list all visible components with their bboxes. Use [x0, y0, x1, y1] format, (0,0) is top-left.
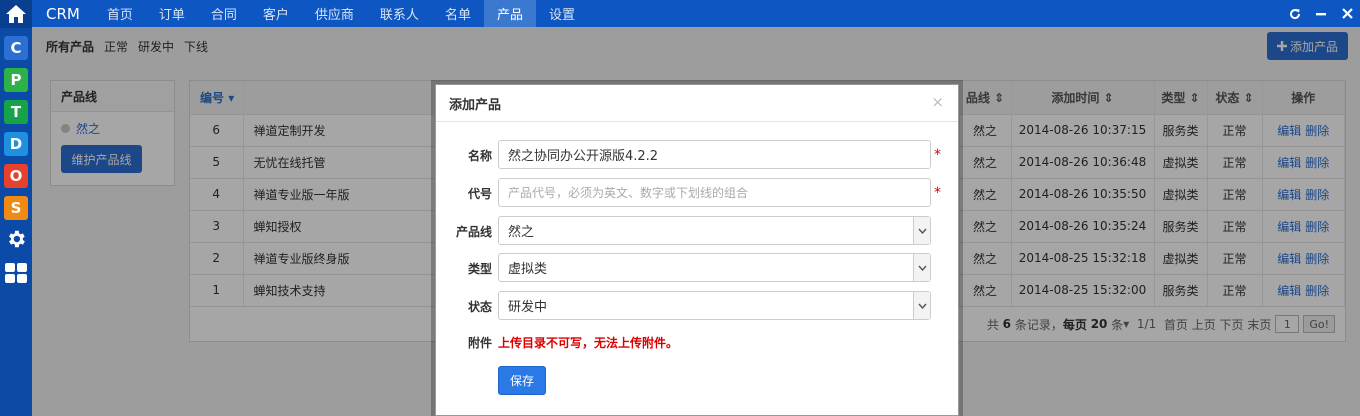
save-button[interactable]: 保存	[498, 366, 546, 395]
chevron-down-icon	[913, 292, 930, 319]
required-mark: *	[934, 185, 941, 201]
type-label: 类型	[467, 261, 492, 276]
nav-item-customers[interactable]: 客户	[250, 0, 302, 27]
required-mark: *	[934, 147, 941, 163]
product-line-value: 然之	[508, 225, 535, 240]
app-p-icon[interactable]: P	[4, 68, 28, 92]
chevron-down-icon	[913, 254, 930, 281]
nav-item-leads[interactable]: 名单	[432, 0, 484, 27]
chevron-down-icon	[913, 217, 930, 244]
code-label: 代号	[467, 186, 492, 201]
attachment-error: 上传目录不可写，无法上传附件。	[498, 335, 679, 350]
nav-item-products[interactable]: 产品	[483, 0, 536, 27]
attachment-label: 附件	[467, 335, 492, 350]
home-icon	[6, 5, 26, 23]
brand-title[interactable]: CRM	[32, 0, 94, 27]
product-line-label: 产品线	[455, 224, 492, 239]
nav-item-home[interactable]: 首页	[94, 0, 146, 27]
name-label: 名称	[467, 148, 492, 163]
refresh-button[interactable]	[1282, 0, 1308, 27]
app-s-icon[interactable]: S	[4, 196, 28, 220]
close-icon	[1341, 8, 1353, 19]
top-navbar: CRM 首页 订单 合同 客户 供应商 联系人 名单 产品 设置	[32, 0, 1360, 27]
type-select[interactable]: 虚拟类	[498, 253, 931, 282]
nav-item-suppliers[interactable]: 供应商	[302, 0, 367, 27]
nav-item-contracts[interactable]: 合同	[198, 0, 250, 27]
name-input[interactable]: 然之协同办公开源版4.2.2	[498, 140, 931, 169]
app-o-icon[interactable]: O	[4, 164, 28, 188]
add-product-modal: 添加产品 × 名称 然之协同办公开源版4.2.2 * 代号 产品代号，必须为英文…	[435, 84, 959, 416]
home-button[interactable]	[0, 0, 32, 28]
nav-item-orders[interactable]: 订单	[146, 0, 198, 27]
app-d-icon[interactable]: D	[4, 132, 28, 156]
all-apps-button[interactable]	[0, 258, 32, 288]
status-select[interactable]: 研发中	[498, 291, 931, 320]
nav-item-settings[interactable]: 设置	[536, 0, 588, 27]
minimize-button[interactable]	[1308, 0, 1334, 27]
status-value: 研发中	[508, 300, 548, 315]
grid-icon	[5, 263, 27, 283]
app-t-icon[interactable]: T	[4, 100, 28, 124]
status-label: 状态	[467, 299, 492, 314]
app-dock: C P T D O S	[0, 0, 32, 416]
type-value: 虚拟类	[508, 262, 548, 277]
close-window-button[interactable]	[1334, 0, 1360, 27]
minimize-icon	[1316, 12, 1326, 15]
modal-close-button[interactable]: ×	[931, 93, 944, 111]
code-input[interactable]: 产品代号，必须为英文、数字或下划线的组合	[498, 178, 931, 207]
modal-title: 添加产品	[436, 85, 958, 122]
product-line-select[interactable]: 然之	[498, 216, 931, 245]
app-crm-icon[interactable]: C	[4, 36, 28, 60]
settings-button[interactable]	[0, 224, 32, 254]
refresh-icon	[1290, 8, 1301, 19]
gear-icon	[9, 230, 25, 248]
nav-item-contacts[interactable]: 联系人	[367, 0, 432, 27]
